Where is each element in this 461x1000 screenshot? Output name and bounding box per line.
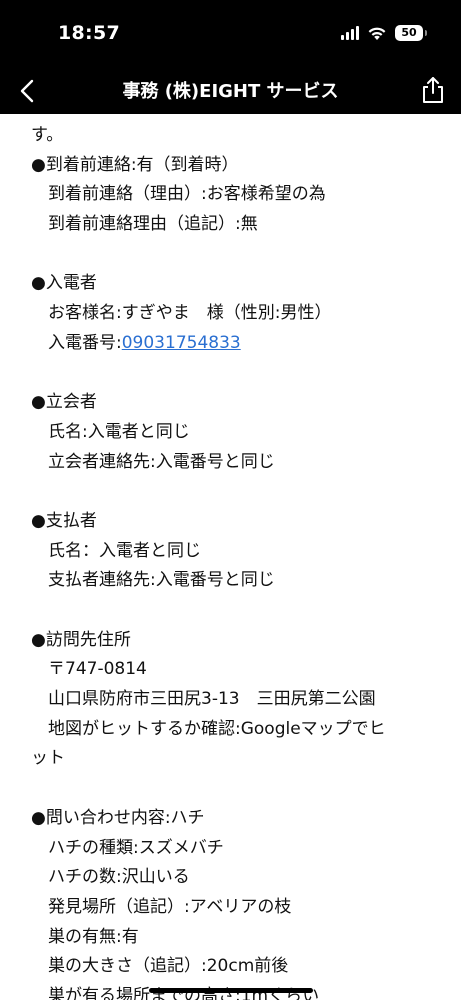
home-indicator (149, 988, 313, 993)
nav-bar: 事務 (株)EIGHT サービス (0, 68, 461, 114)
text-line: 発見場所（追記）:アベリアの枝 (48, 896, 292, 917)
back-chevron-icon[interactable] (14, 77, 42, 105)
status-icons: 50 (341, 25, 427, 41)
message-text: す。 ●到着前連絡:有（到着時） 到着前連絡（理由）:お客様希望の為 到着前連絡… (31, 121, 441, 1000)
wifi-icon (368, 27, 386, 40)
cellular-signal-icon (341, 26, 359, 40)
text-line: ハチの種類:スズメバチ (48, 837, 224, 858)
section-heading-arrival-contact: ●到着前連絡:有（到着時） (31, 154, 239, 175)
text-line: 巣の有無:有 (48, 926, 139, 947)
section-heading-witness: ●立会者 (31, 392, 97, 413)
text-line: お客様名:すぎやま 様（性別:男性） (48, 303, 332, 324)
text-line: 山口県防府市三田尻3-13 三田尻第二公園 (48, 689, 376, 710)
message-body: す。 ●到着前連絡:有（到着時） 到着前連絡（理由）:お客様希望の為 到着前連絡… (0, 114, 461, 1000)
section-heading-inquiry: ●問い合わせ内容:ハチ (31, 807, 205, 828)
text-line: 氏名：入電者と同じ (48, 540, 201, 561)
phone-number-link[interactable]: 09031754833 (122, 333, 241, 353)
phone-label: 入電番号: (48, 332, 122, 353)
status-bar: 18:57 50 (0, 0, 461, 68)
text-line: 立会者連絡先:入電番号と同じ (48, 451, 275, 472)
text-line: す。 (31, 125, 64, 145)
text-line: 到着前連絡（理由）:お客様希望の為 (48, 184, 326, 205)
text-line: 巣の大きさ（追記）:20cm前後 (48, 956, 289, 977)
battery-icon: 50 (395, 25, 427, 41)
text-line: 支払者連絡先:入電番号と同じ (48, 570, 275, 591)
share-icon[interactable] (419, 75, 447, 105)
text-line: ハチの数:沢山いる (48, 867, 190, 888)
caller-phone-line: 入電番号:09031754833 (31, 329, 441, 359)
section-heading-caller: ●入電者 (31, 273, 97, 294)
nav-title: 事務 (株)EIGHT サービス (122, 81, 339, 102)
text-line: ット (31, 748, 65, 769)
status-time: 18:57 (58, 22, 120, 44)
text-line: 〒747-0814 (48, 659, 147, 680)
text-line: 地図がヒットするか確認:Googleマップでヒ (48, 718, 386, 739)
section-heading-address: ●訪問先住所 (31, 629, 131, 650)
section-heading-payer: ●支払者 (31, 510, 97, 531)
text-line: 到着前連絡理由（追記）:無 (48, 214, 258, 235)
text-line: 氏名:入電者と同じ (48, 421, 190, 442)
